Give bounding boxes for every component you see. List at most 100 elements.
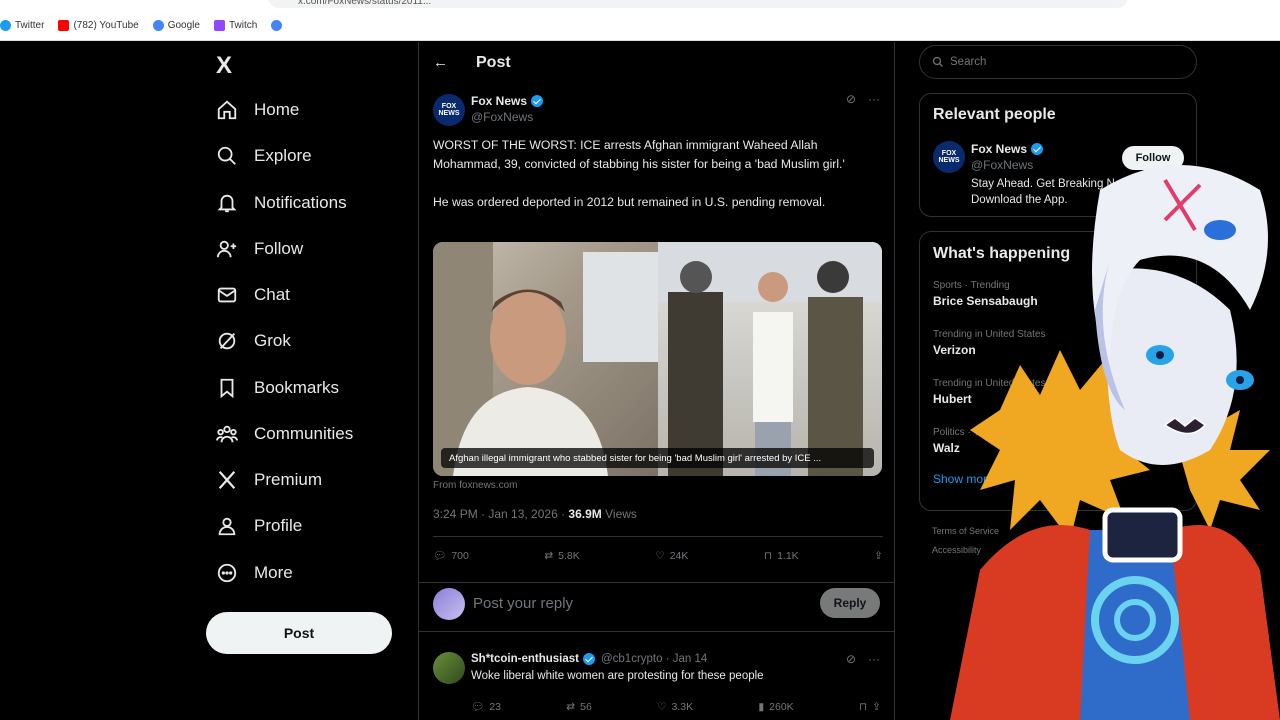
tweet-meta: 3:24 PM · Jan 13, 2026 · 36.9M Views bbox=[433, 507, 637, 521]
x-logo[interactable]: X bbox=[216, 52, 232, 80]
nav-home[interactable]: Home bbox=[216, 95, 299, 125]
people-icon bbox=[216, 425, 238, 443]
reply-button[interactable]: Reply bbox=[820, 588, 880, 618]
nav-more[interactable]: More bbox=[216, 558, 293, 588]
post-button[interactable]: Post bbox=[206, 612, 392, 654]
author-handle[interactable]: @FoxNews bbox=[471, 110, 533, 124]
mail-icon bbox=[217, 287, 237, 303]
tweet-text-paragraph-1: WORST OF THE WORST: ICE arrests Afghan i… bbox=[433, 138, 845, 171]
search-input[interactable]: Search bbox=[919, 45, 1197, 79]
media-caption: Afghan illegal immigrant who stabbed sis… bbox=[441, 448, 874, 468]
back-arrow-icon[interactable]: ← bbox=[433, 54, 448, 71]
arrest-scene-image bbox=[658, 242, 882, 476]
nav-explore-label: Explore bbox=[254, 146, 312, 165]
tweet-top-icons: ⊘ ··· bbox=[846, 92, 880, 106]
tweet-text-paragraph-2: He was ordered deported in 2012 but rema… bbox=[433, 195, 826, 209]
nav-follow-label: Follow bbox=[254, 239, 304, 258]
bookmarks-bar: Twitter (782) YouTube Google Twitch bbox=[0, 10, 1280, 41]
bookmark-google[interactable]: Google bbox=[152, 19, 200, 31]
nav-follow[interactable]: Follow bbox=[216, 234, 303, 264]
tweet-timestamp[interactable]: 3:24 PM · Jan 13, 2026 · bbox=[433, 507, 568, 521]
reply-icon: 💬︎ bbox=[433, 550, 447, 562]
grok-icon bbox=[218, 332, 236, 350]
vtuber-avatar-overlay bbox=[950, 165, 1280, 720]
reply-input[interactable]: Post your reply bbox=[473, 595, 573, 612]
reply-author-avatar[interactable] bbox=[433, 652, 465, 684]
grok-icon[interactable]: ⊘ bbox=[846, 92, 856, 106]
search-icon bbox=[932, 56, 943, 67]
nav-grok[interactable]: Grok bbox=[216, 326, 291, 356]
bookmark-action[interactable]: ⊓ 1.1K bbox=[764, 549, 799, 562]
reply-author[interactable]: Sh*tcoin-enthusiast @cb1crypto · Jan 14 bbox=[471, 653, 707, 665]
google-icon bbox=[152, 19, 164, 31]
more-options-icon[interactable]: ··· bbox=[868, 652, 880, 666]
media-image-right bbox=[658, 242, 882, 476]
nav-more-label: More bbox=[254, 563, 293, 582]
nav-communities-label: Communities bbox=[254, 424, 354, 443]
reply-icon: 💬︎ bbox=[471, 701, 485, 713]
share-icon: ⇪ bbox=[874, 549, 883, 562]
bookmark-google-2[interactable] bbox=[271, 19, 286, 31]
media-image-left bbox=[433, 242, 658, 476]
tweet-actions: 💬︎ 700 ⇄ 5.8K ♡ 24K ⊓ 1.1K ⇪ bbox=[433, 536, 883, 562]
search-icon bbox=[217, 146, 236, 165]
like-action[interactable]: ♡ 24K bbox=[655, 549, 688, 562]
page-title: Post bbox=[476, 54, 511, 71]
grok-icon[interactable]: ⊘ bbox=[846, 652, 856, 666]
home-icon bbox=[217, 100, 237, 120]
heart-icon: ♡ bbox=[657, 700, 667, 713]
x-icon bbox=[218, 471, 236, 489]
reply-top-icons: ⊘ ··· bbox=[846, 652, 880, 666]
bell-icon bbox=[217, 194, 237, 213]
bookmark-youtube[interactable]: (782) YouTube bbox=[58, 19, 139, 31]
nav-notifications-label: Notifications bbox=[254, 193, 347, 212]
author-avatar[interactable]: FOX NEWS bbox=[433, 94, 465, 126]
youtube-icon bbox=[58, 19, 70, 31]
like-action[interactable]: ♡ 3.3K bbox=[657, 700, 693, 713]
relevant-people-title: Relevant people bbox=[933, 106, 1056, 123]
tweet-text: WORST OF THE WORST: ICE arrests Afghan i… bbox=[433, 136, 883, 231]
reply-action[interactable]: 💬︎ 700 bbox=[433, 549, 469, 563]
bookmark-share-actions[interactable]: ⊓ ⇪ bbox=[859, 700, 881, 713]
analytics-icon: ▮ bbox=[758, 700, 765, 713]
nav-notifications[interactable]: Notifications bbox=[216, 188, 347, 218]
nav-explore[interactable]: Explore bbox=[216, 141, 312, 171]
bookmark-icon: ⊓ bbox=[763, 549, 773, 562]
repost-icon: ⇄ bbox=[566, 700, 576, 713]
verified-badge-icon bbox=[531, 95, 544, 107]
more-circle-icon bbox=[217, 563, 237, 583]
heart-icon: ♡ bbox=[655, 549, 665, 562]
post-detail-column: ← Post FOX NEWS Fox News @FoxNews ⊘ ··· … bbox=[418, 42, 895, 720]
nav-profile-label: Profile bbox=[254, 516, 303, 535]
google-icon bbox=[271, 19, 283, 31]
twitch-icon bbox=[213, 19, 225, 31]
nav-chat[interactable]: Chat bbox=[216, 280, 290, 310]
nav-bookmarks[interactable]: Bookmarks bbox=[216, 373, 339, 403]
nav-profile[interactable]: Profile bbox=[216, 511, 302, 541]
share-action[interactable]: ⇪ bbox=[874, 549, 883, 562]
man-in-vehicle-image bbox=[433, 242, 658, 476]
bookmark-twitter[interactable]: Twitter bbox=[0, 19, 44, 31]
address-bar[interactable]: x.com/FoxNews/status/2011... bbox=[268, 0, 1128, 8]
nav-grok-label: Grok bbox=[254, 331, 291, 350]
bookmark-twitch[interactable]: Twitch bbox=[213, 19, 257, 31]
reply-action[interactable]: 💬︎ 23 bbox=[471, 700, 501, 714]
author-name[interactable]: Fox News bbox=[471, 94, 544, 108]
link-source[interactable]: From foxnews.com bbox=[433, 480, 517, 491]
reply-text: Woke liberal white women are protesting … bbox=[471, 670, 764, 682]
views-action[interactable]: ▮ 260K bbox=[758, 700, 793, 713]
nav-bookmarks-label: Bookmarks bbox=[254, 378, 340, 397]
nav-premium[interactable]: Premium bbox=[216, 465, 322, 495]
views-label: Views bbox=[601, 507, 637, 521]
nav-chat-label: Chat bbox=[254, 285, 290, 304]
nav-communities[interactable]: Communities bbox=[216, 419, 353, 449]
share-icon: ⇪ bbox=[872, 700, 881, 713]
repost-action[interactable]: ⇄ 56 bbox=[566, 700, 592, 713]
my-avatar[interactable] bbox=[433, 588, 465, 620]
tweet-media-card[interactable]: Afghan illegal immigrant who stabbed sis… bbox=[433, 242, 882, 476]
more-options-icon[interactable]: ··· bbox=[868, 92, 880, 106]
repost-action[interactable]: ⇄ 5.8K bbox=[544, 549, 579, 562]
verified-badge-icon bbox=[582, 653, 595, 665]
person-icon bbox=[218, 517, 236, 536]
bookmark-icon: ⊓ bbox=[858, 700, 868, 713]
